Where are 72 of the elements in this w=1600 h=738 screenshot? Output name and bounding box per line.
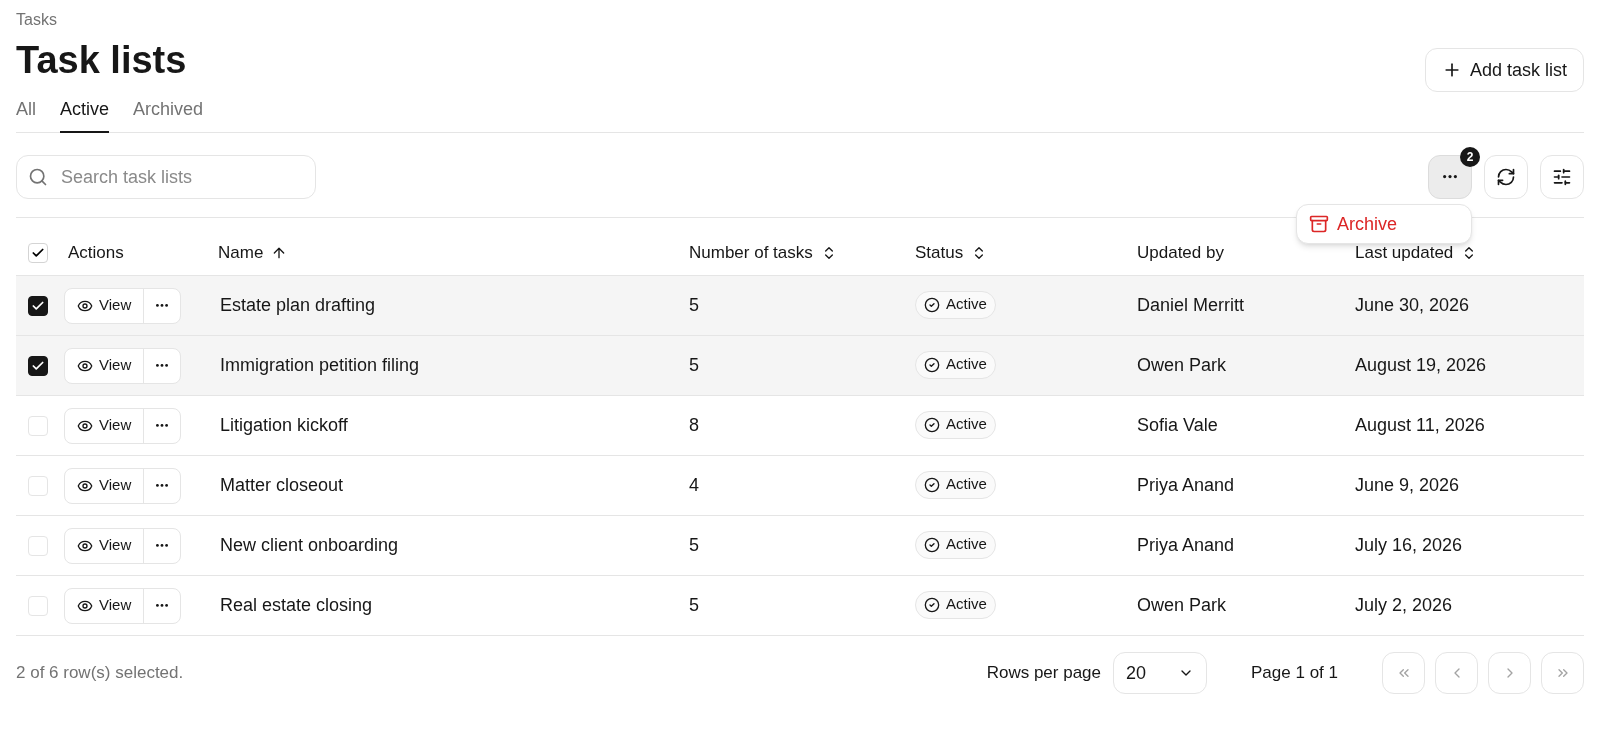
ellipsis-icon xyxy=(156,484,169,487)
column-header[interactable]: Status xyxy=(915,239,964,266)
status-badge: Active xyxy=(915,470,996,499)
column-header[interactable]: Name xyxy=(218,239,264,266)
refresh-icon xyxy=(1496,167,1516,187)
table-cell-text: Matter closeout xyxy=(219,474,345,497)
table-cell-text: 4 xyxy=(688,474,700,497)
checkbox[interactable] xyxy=(28,295,48,316)
status-badge: Active xyxy=(915,410,996,439)
table-cell-text: Real estate closing xyxy=(219,594,374,617)
table-row[interactable]: View Immigration petition filing 5 Active Owen Park August 19, 2026 xyxy=(16,336,1584,396)
table-cell-text: Immigration petition filing xyxy=(219,354,421,377)
table-cell-text: 5 xyxy=(688,594,700,617)
breadcrumb[interactable]: Tasks xyxy=(16,8,1584,32)
table-cell-text: Priya Anand xyxy=(1136,474,1236,497)
tab[interactable]: Active xyxy=(60,96,110,133)
column-header: Updated by xyxy=(1137,241,1224,264)
ellipsis-icon xyxy=(156,604,169,607)
add-task-list-button[interactable]: Add task list xyxy=(1424,48,1584,92)
count-badge: 2 xyxy=(1460,147,1480,167)
table-cell-text: August 11, 2026 xyxy=(1354,414,1486,437)
page-title: Task lists xyxy=(16,38,187,83)
tab[interactable]: All xyxy=(16,96,36,133)
column-header: Actions xyxy=(68,241,124,264)
table-cell-text: Owen Park xyxy=(1136,354,1228,377)
ellipsis-icon xyxy=(156,544,169,547)
table-cell-text: June 9, 2026 xyxy=(1354,474,1461,497)
tab[interactable]: Archived xyxy=(133,96,204,133)
ellipsis-icon xyxy=(156,424,169,427)
sliders-icon xyxy=(1552,167,1572,187)
table-cell-text: July 2, 2026 xyxy=(1354,594,1454,617)
status-badge: Active xyxy=(915,530,996,559)
table-cell-text: Daniel Merritt xyxy=(1136,294,1246,317)
table-cell-text: 8 xyxy=(688,414,700,437)
menu-item[interactable]: Archive xyxy=(1301,207,1467,241)
status-badge: Active xyxy=(915,350,996,379)
check-circle-icon xyxy=(924,596,940,613)
status-badge: Active xyxy=(915,290,996,319)
table-cell-text: Priya Anand xyxy=(1136,534,1236,557)
table-cell-text: July 16, 2026 xyxy=(1354,534,1464,557)
table-cell-text: 5 xyxy=(688,294,700,317)
check-circle-icon xyxy=(924,536,940,553)
checkbox[interactable] xyxy=(28,355,48,376)
ellipsis-icon xyxy=(1443,175,1457,179)
table-cell-text: 5 xyxy=(688,534,700,557)
page-indicator: Page 1 of 1 xyxy=(1251,662,1338,685)
archive-icon xyxy=(1309,214,1329,234)
filter-settings-button[interactable] xyxy=(1540,155,1584,199)
check-circle-icon xyxy=(924,296,940,313)
table-row[interactable]: View Estate plan drafting 5 Active Daniel Merritt June 30, 2026 xyxy=(16,276,1584,336)
table-cell-text: Estate plan drafting xyxy=(219,294,377,317)
column-header[interactable]: Number of tasks xyxy=(689,239,813,266)
table-cell-text: Owen Park xyxy=(1136,594,1228,617)
table-cell-text: New client onboarding xyxy=(219,534,400,557)
ellipsis-icon xyxy=(156,364,169,367)
status-badge: Active xyxy=(915,590,996,619)
check-circle-icon xyxy=(924,476,940,493)
refresh-button[interactable] xyxy=(1484,155,1528,199)
table-cell-text: Litigation kickoff xyxy=(219,414,349,437)
search-field[interactable]: Search task lists xyxy=(16,155,316,199)
table-cell-text: Sofia Vale xyxy=(1136,414,1219,437)
table-cell-text: August 19, 2026 xyxy=(1354,354,1488,377)
rows-per-page-label: Rows per page xyxy=(986,662,1102,685)
check-circle-icon xyxy=(924,416,940,433)
ellipsis-icon xyxy=(156,304,169,307)
column-header[interactable]: Last updated xyxy=(1355,239,1454,266)
search-icon xyxy=(28,167,48,187)
check-circle-icon xyxy=(924,356,940,373)
rows-per-page-select[interactable]: 20 xyxy=(1113,652,1208,694)
table-cell-text: June 30, 2026 xyxy=(1354,294,1471,317)
table-cell-text: 5 xyxy=(688,354,700,377)
selection-summary: 2 of 6 row(s) selected. xyxy=(16,662,184,685)
